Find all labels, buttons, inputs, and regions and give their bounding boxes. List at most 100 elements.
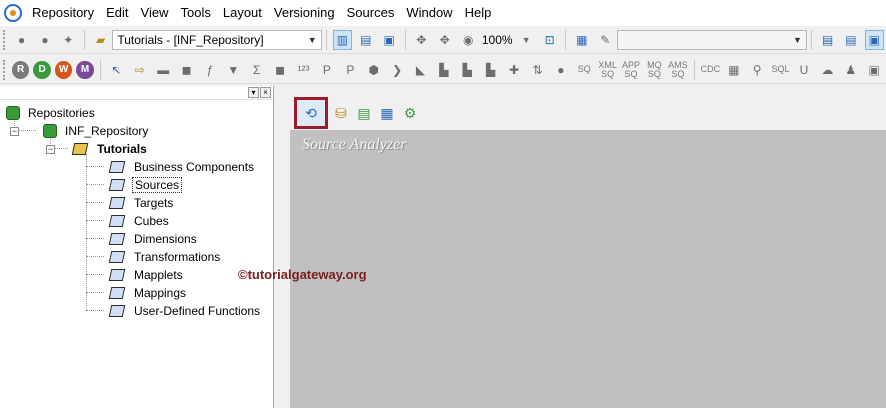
close-icon[interactable]: × [260, 87, 271, 98]
menu-sources[interactable]: Sources [341, 0, 401, 26]
aggregator-icon[interactable]: Σ [247, 60, 266, 80]
source-analyzer-icon[interactable]: ⟲ [294, 97, 328, 129]
tree-repository-label: INF_Repository [65, 124, 149, 138]
zoom-dropdown-icon[interactable]: ▼ [517, 30, 536, 50]
sort-icon[interactable]: ⇅ [528, 60, 547, 80]
tree-node-targets[interactable]: Targets [108, 194, 175, 212]
tree-node-dimensions[interactable]: Dimensions [108, 230, 199, 248]
designer-button[interactable]: D [33, 60, 51, 79]
pointer-icon[interactable]: ↖ [107, 60, 126, 80]
pin-icon[interactable]: ✦ [59, 30, 78, 50]
rank-icon[interactable]: ¹²³ [294, 60, 313, 80]
wizard-icon[interactable]: ✎ [596, 30, 615, 50]
menu-versioning[interactable]: Versioning [268, 0, 341, 26]
tree-node-user-defined-functions[interactable]: User-Defined Functions [108, 302, 262, 320]
zoom-normal-icon[interactable]: ◉ [459, 30, 478, 50]
chevron-down-icon[interactable]: ▼ [308, 35, 317, 45]
mapplet-designer-icon[interactable]: ▦ [376, 102, 398, 124]
target-designer-icon[interactable]: ⛁ [330, 102, 352, 124]
fit-window-icon[interactable]: ⊡ [540, 30, 559, 50]
output-window-icon[interactable]: ▤ [356, 30, 375, 50]
node-folder-icon [108, 287, 126, 299]
tree-connector [86, 292, 104, 293]
workspace-title: Source Analyzer [302, 136, 407, 153]
sql-transform-icon[interactable]: SQL [771, 60, 790, 80]
app-source-qualifier-icon[interactable]: APP SQ [621, 60, 640, 80]
union-transform-icon[interactable]: U [794, 60, 813, 80]
mq-source-qualifier-icon[interactable]: MQ SQ [645, 60, 664, 80]
tree-node-business-components[interactable]: Business Components [108, 158, 256, 176]
zoom-level[interactable]: 100% [482, 33, 513, 47]
window-restore-icon[interactable]: ▣ [864, 29, 885, 50]
source-qualifier-icon[interactable]: ▬ [154, 60, 173, 80]
connect-icon[interactable]: ● [12, 30, 31, 50]
navigator-icon[interactable]: ▥ [332, 29, 353, 50]
menu-repository[interactable]: Repository [26, 0, 100, 26]
workspace[interactable]: ⟲ ⛁ ▤ ▦ ⚙ Source Analyzer [290, 96, 886, 408]
joiner-icon[interactable]: ▙ [458, 60, 477, 80]
search-icon[interactable]: ⚲ [747, 60, 766, 80]
menu-edit[interactable]: Edit [100, 0, 134, 26]
tree-node-label: Transformations [134, 250, 221, 264]
menu-window[interactable]: Window [400, 0, 458, 26]
stored-procedure-icon[interactable]: ✚ [504, 60, 523, 80]
transformation-developer-icon[interactable]: ▤ [353, 102, 375, 124]
toolbar-grip[interactable] [3, 59, 7, 80]
comment-icon[interactable]: ◼ [270, 60, 289, 80]
xml-source-qualifier-icon[interactable]: XML SQ [598, 60, 617, 80]
sql-icon[interactable]: SQ [575, 60, 594, 80]
menu-layout[interactable]: Layout [217, 0, 268, 26]
window-cascade-icon[interactable]: ▤ [841, 30, 860, 50]
menu-help[interactable]: Help [459, 0, 498, 26]
sorter-icon[interactable]: ▙ [481, 60, 500, 80]
pane-dropdown-icon[interactable]: ▾ [248, 87, 259, 98]
lookup-icon[interactable]: ▙ [434, 60, 453, 80]
workflow-monitor-button[interactable]: M [76, 60, 94, 79]
navigator-header: ▾ × [0, 86, 273, 100]
folder-icon [71, 143, 89, 155]
repository-manager-button[interactable]: R [11, 60, 30, 79]
cloud-icon[interactable]: ☁ [818, 60, 837, 80]
tree-node-mappings[interactable]: Mappings [108, 284, 188, 302]
node-folder-icon [108, 179, 126, 191]
collapse-icon[interactable]: − [46, 144, 55, 154]
disconnect-icon[interactable]: ● [35, 30, 54, 50]
xml-icon[interactable]: ● [551, 60, 570, 80]
tree-node-cubes[interactable]: Cubes [108, 212, 171, 230]
window-tile-icon[interactable]: ▤ [818, 30, 837, 50]
collapse-icon[interactable]: − [10, 126, 19, 136]
link-columns-icon[interactable]: ⇨ [130, 60, 149, 80]
mapplet-icon[interactable]: ♟ [841, 60, 860, 80]
node-folder-icon [108, 233, 126, 245]
zoom-out-icon[interactable]: ✥ [435, 30, 454, 50]
function-icon[interactable]: P [317, 60, 336, 80]
table-icon[interactable]: ▦ [724, 60, 743, 80]
normalizer-icon[interactable]: ◼ [177, 60, 196, 80]
overview-icon[interactable]: ▣ [379, 30, 398, 50]
router-icon[interactable]: ⬢ [364, 60, 383, 80]
toolbar-grip[interactable] [3, 29, 7, 50]
cdc-icon[interactable]: CDC [701, 60, 721, 80]
mapping-designer-icon[interactable]: ⚙ [399, 102, 421, 124]
zoom-in-icon[interactable]: ✥ [412, 30, 431, 50]
filter-icon[interactable]: ▼ [224, 60, 243, 80]
tree-repository[interactable]: − INF_Repository [10, 122, 150, 140]
workflow-manager-button[interactable]: W [54, 60, 73, 79]
union-icon[interactable]: ❯ [387, 60, 406, 80]
expression-icon[interactable]: ƒ [200, 60, 219, 80]
tree-connector [86, 274, 104, 275]
arrange-icon[interactable]: ▦ [572, 30, 591, 50]
folder-combo[interactable]: Tutorials - [INF_Repository] ▼ [112, 29, 322, 50]
tree-folder[interactable]: − Tutorials [46, 140, 149, 158]
ams-source-qualifier-icon[interactable]: AMS SQ [668, 60, 688, 80]
menu-view[interactable]: View [135, 0, 175, 26]
tree-node-sources[interactable]: Sources [108, 176, 183, 194]
sequence-icon[interactable]: P [341, 60, 360, 80]
pane-buttons: ▾ × [248, 87, 271, 98]
tree-root[interactable]: Repositories [6, 104, 97, 122]
update-strategy-icon[interactable]: ◣ [411, 60, 430, 80]
tree-node-mapplets[interactable]: Mapplets [108, 266, 185, 284]
tree-node-transformations[interactable]: Transformations [108, 248, 222, 266]
transaction-control-icon[interactable]: ▣ [864, 60, 883, 80]
menu-tools[interactable]: Tools [175, 0, 217, 26]
